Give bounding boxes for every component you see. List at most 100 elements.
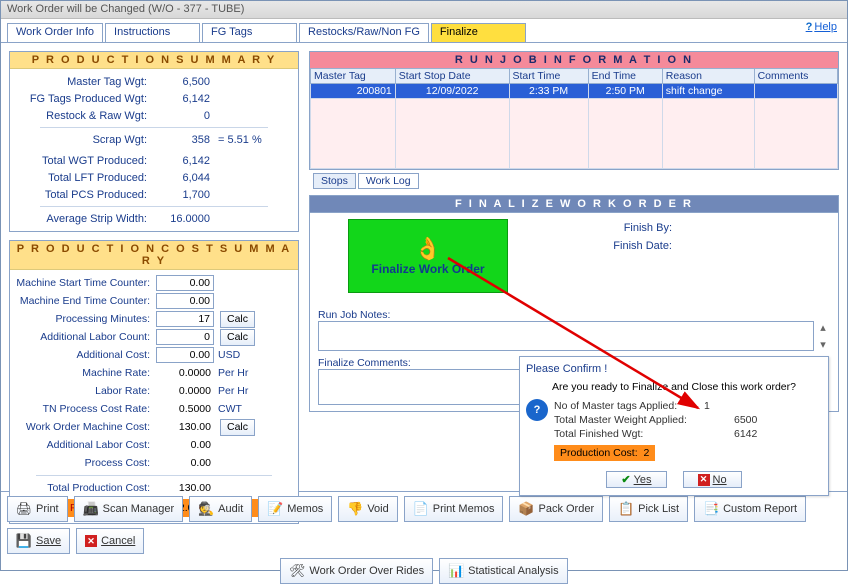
value-prod-cost: 2 — [643, 447, 649, 459]
label-end-counter: Machine End Time Counter: — [16, 295, 156, 307]
input-add-labor-ct[interactable] — [156, 329, 214, 345]
scroll-down-icon[interactable]: ▾ — [816, 338, 830, 351]
label-proc-min: Processing Minutes: — [16, 313, 156, 325]
tab-restocks[interactable]: Restocks/Raw/Non FG — [299, 23, 429, 42]
print-memos-button[interactable]: 📄 Print Memos — [404, 496, 504, 522]
scan-manager-label: Scan Manager — [103, 504, 175, 515]
value-labor-rate: 0.0000 — [156, 385, 214, 397]
yes-button[interactable]: ✔Yes — [606, 471, 666, 488]
label-labor-rate: Labor Rate: — [16, 385, 156, 397]
col-master-tag[interactable]: Master Tag — [311, 69, 396, 84]
calc-wo-cost-button[interactable]: Calc — [220, 419, 255, 436]
col-start-time[interactable]: Start Time — [509, 69, 588, 84]
label-total-prod-cost: Total Production Cost: — [16, 482, 156, 494]
value-process-cost: 0.00 — [156, 457, 214, 469]
calc-proc-min-button[interactable]: Calc — [220, 311, 255, 328]
cell-master: 200801 — [311, 84, 396, 99]
label-master-tag-wgt: Master Tag Wgt: — [20, 76, 155, 88]
print-memos-label: Print Memos — [433, 504, 495, 515]
help-link[interactable]: ?Help — [806, 21, 837, 33]
toolbar: 🖨 Print 📠Scan Manager 🕵Audit 📝Memos 👎Void… — [1, 491, 847, 588]
tab-instructions[interactable]: Instructions — [105, 23, 200, 42]
col-reason[interactable]: Reason — [662, 69, 754, 84]
pack-order-button[interactable]: 📦Pack Order — [509, 496, 603, 522]
scrap-percent: = 5.51 % — [218, 134, 262, 146]
value-avg-strip: 16.0000 — [155, 213, 210, 225]
ok-hand-icon: 👌 — [414, 236, 441, 262]
pick-list-label: Pick List — [638, 503, 679, 515]
label-tn-rate: TN Process Cost Rate: — [16, 403, 156, 415]
close-icon: ✕ — [85, 535, 97, 547]
value-scrap-wgt: 358 — [155, 134, 210, 146]
label-run-job-notes: Run Job Notes: — [318, 309, 830, 321]
help-label: Help — [814, 21, 837, 33]
save-button[interactable]: 💾Save — [7, 528, 70, 554]
value-fg-tags-wgt: 6,142 — [155, 93, 210, 105]
printer-icon: 🖨 — [16, 501, 32, 517]
confirm-title: Please Confirm ! — [526, 363, 822, 375]
tab-fg-tags[interactable]: FG Tags — [202, 23, 297, 42]
col-comments[interactable]: Comments — [754, 69, 837, 84]
input-proc-min[interactable] — [156, 311, 214, 327]
value-total-wgt: 6,142 — [155, 155, 210, 167]
document-icon: 📄 — [413, 501, 429, 517]
value-add-labor-cost: 0.00 — [156, 439, 214, 451]
custom-report-button[interactable]: 📑Custom Report — [694, 496, 806, 522]
note-icon: 📝 — [267, 501, 283, 517]
audit-button[interactable]: 🕵Audit — [189, 496, 252, 522]
print-label: Print — [36, 503, 59, 515]
label-scrap-wgt: Scrap Wgt: — [20, 134, 155, 146]
stat-analysis-button[interactable]: 📊 Statistical Analysis — [439, 558, 567, 584]
run-job-header: R U N J O B I N F O R M A T I O N — [309, 51, 839, 68]
input-start-counter[interactable] — [156, 275, 214, 291]
col-end-time[interactable]: End Time — [588, 69, 662, 84]
finalize-work-order-button[interactable]: 👌 Finalize Work Order — [348, 219, 508, 293]
yes-label: Yes — [634, 474, 652, 486]
production-summary-header: P R O D U C T I O N S U M M A R Y — [10, 52, 298, 69]
label-add-labor-cost: Additional Labor Cost: — [16, 439, 156, 451]
overrides-button[interactable]: 🛠Work Order Over Rides — [280, 558, 433, 584]
label-avg-strip: Average Strip Width: — [20, 213, 155, 225]
stat-label: Statistical Analysis — [468, 565, 558, 577]
list-icon: 📋 — [618, 501, 634, 517]
tab-strip: Work Order Info Instructions FG Tags Res… — [1, 19, 847, 43]
chart-icon: 📊 — [448, 563, 464, 579]
cell-end: 2:50 PM — [588, 84, 662, 99]
tab-work-order-info[interactable]: Work Order Info — [7, 23, 103, 42]
label-start-counter: Machine Start Time Counter: — [16, 277, 156, 289]
subtab-worklog[interactable]: Work Log — [358, 173, 419, 189]
run-job-table[interactable]: Master Tag Start Stop Date Start Time En… — [310, 68, 838, 169]
calc-add-labor-button[interactable]: Calc — [220, 329, 255, 346]
production-cost-header: P R O D U C T I O N C O S T S U M M A R … — [10, 241, 298, 270]
unit-tn-rate: CWT — [218, 403, 242, 415]
value-machine-rate: 0.0000 — [156, 367, 214, 379]
value-total-pcs: 1,700 — [155, 189, 210, 201]
input-end-counter[interactable] — [156, 293, 214, 309]
table-row[interactable]: 200801 12/09/2022 2:33 PM 2:50 PM shift … — [311, 84, 838, 99]
tab-finalize[interactable]: Finalize — [431, 23, 526, 42]
pack-order-label: Pack Order — [538, 504, 594, 515]
overrides-label: Work Order Over Rides — [309, 565, 424, 577]
scan-manager-button[interactable]: 📠Scan Manager — [74, 496, 184, 522]
input-add-cost[interactable] — [156, 347, 214, 363]
pick-list-button[interactable]: 📋 Pick List — [609, 496, 688, 522]
value-tn-rate: 0.5000 — [156, 403, 214, 415]
memos-button[interactable]: 📝Memos — [258, 496, 332, 522]
subtab-stops[interactable]: Stops — [313, 173, 356, 189]
help-icon: ? — [806, 21, 813, 33]
void-button[interactable]: 👎Void — [338, 496, 397, 522]
value-finished-wgt: 6142 — [734, 427, 757, 441]
no-button[interactable]: ✕No — [683, 471, 742, 488]
cancel-button[interactable]: ✕Cancel — [76, 528, 144, 554]
unit-labor-rate: Per Hr — [218, 385, 248, 397]
print-button[interactable]: 🖨 Print — [7, 496, 68, 522]
no-label: No — [713, 474, 727, 486]
run-job-info-panel: R U N J O B I N F O R M A T I O N Master… — [309, 51, 839, 189]
finalize-button-label: Finalize Work Order — [371, 262, 484, 276]
unit-add-cost: USD — [218, 349, 240, 361]
cell-date: 12/09/2022 — [395, 84, 509, 99]
scroll-up-icon[interactable]: ▴ — [816, 321, 830, 334]
save-icon: 💾 — [16, 533, 32, 549]
run-job-notes-input[interactable] — [318, 321, 814, 351]
col-start-stop-date[interactable]: Start Stop Date — [395, 69, 509, 84]
